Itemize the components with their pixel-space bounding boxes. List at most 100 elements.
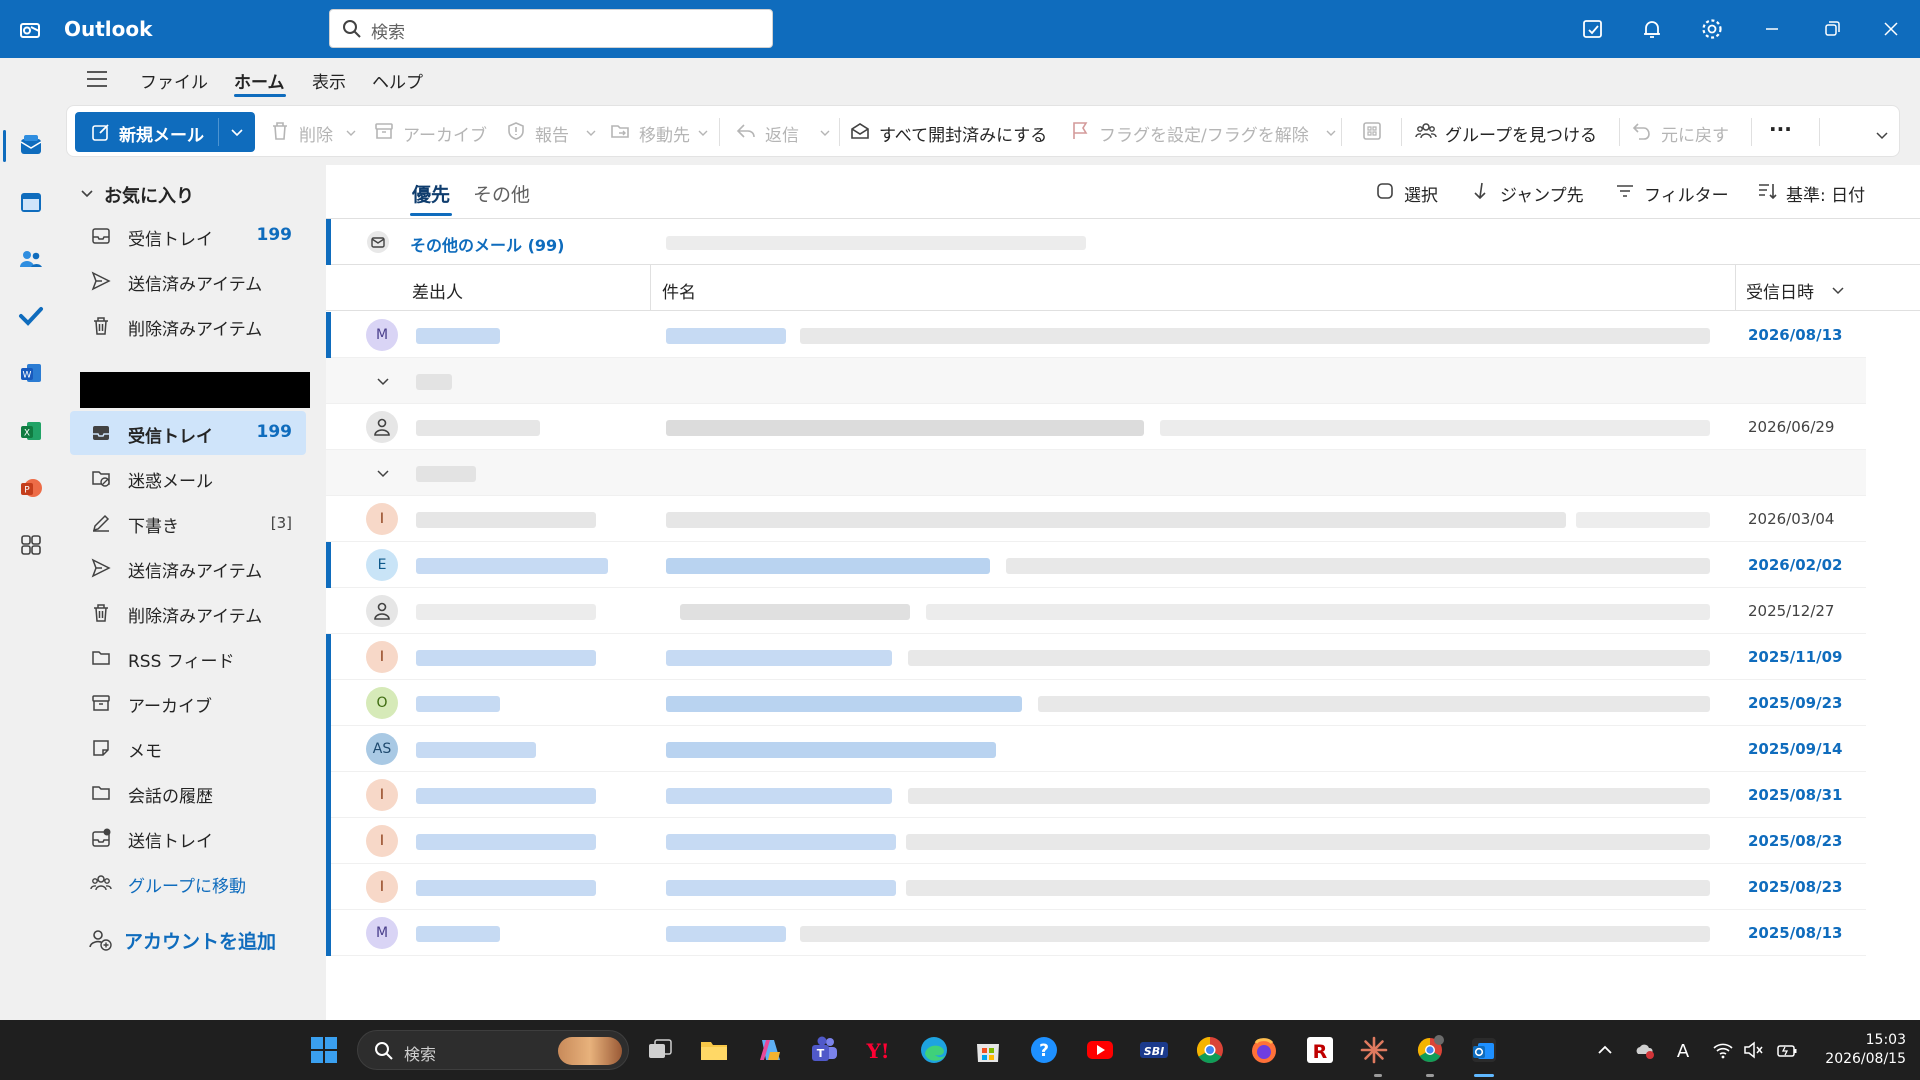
- message-row[interactable]: 2026/06/29: [326, 404, 1866, 450]
- chevron-down-icon[interactable]: [229, 124, 245, 140]
- account-junk[interactable]: 迷惑メール: [70, 456, 306, 500]
- close-icon[interactable]: [1879, 17, 1903, 41]
- message-row[interactable]: I 2025/08/23: [326, 864, 1866, 910]
- message-row[interactable]: I 2025/08/31: [326, 772, 1866, 818]
- column-from[interactable]: 差出人: [412, 278, 463, 303]
- reply-button[interactable]: 返信: [735, 114, 831, 150]
- column-subject[interactable]: 件名: [662, 278, 696, 303]
- battery-icon[interactable]: [1776, 1039, 1798, 1061]
- group-header[interactable]: [326, 358, 1866, 404]
- ime-mode-icon[interactable]: A: [1672, 1039, 1694, 1061]
- account-rss-feeds[interactable]: RSS フィード: [70, 636, 306, 680]
- calendar-app-icon[interactable]: [18, 189, 44, 215]
- chevron-down-icon[interactable]: [585, 127, 597, 139]
- redacted-account-name[interactable]: [80, 372, 310, 408]
- message-row[interactable]: I 2025/08/23: [326, 818, 1866, 864]
- new-mail-button[interactable]: 新規メール: [75, 112, 255, 152]
- account-conversation-history[interactable]: 会話の履歴: [70, 771, 306, 815]
- account-inbox[interactable]: 受信トレイ 199: [70, 411, 306, 455]
- chevron-down-icon[interactable]: [80, 186, 94, 200]
- powerpoint-app-icon[interactable]: P: [18, 475, 44, 501]
- chevron-down-icon[interactable]: [819, 127, 831, 139]
- tab-other[interactable]: その他: [473, 180, 530, 207]
- taskbar-search[interactable]: 検索: [357, 1030, 629, 1070]
- chevron-down-icon[interactable]: [345, 127, 357, 139]
- excel-app-icon[interactable]: X: [18, 418, 44, 444]
- tab-focused[interactable]: 優先: [412, 180, 450, 207]
- chrome-profile-icon[interactable]: [1414, 1034, 1446, 1066]
- go-to-groups[interactable]: グループに移動: [70, 861, 306, 905]
- account-outbox[interactable]: 送信トレイ: [70, 816, 306, 860]
- task-view-icon[interactable]: [644, 1034, 676, 1066]
- firefox-icon[interactable]: [1248, 1034, 1280, 1066]
- immersive-reader-button[interactable]: [1361, 114, 1387, 150]
- chevron-down-icon[interactable]: [1831, 283, 1845, 297]
- column-received[interactable]: 受信日時: [1746, 278, 1814, 303]
- report-button[interactable]: 報告: [505, 114, 597, 150]
- youtube-icon[interactable]: [1084, 1034, 1116, 1066]
- chevron-up-icon[interactable]: [1594, 1039, 1616, 1061]
- menu-home[interactable]: ホーム: [234, 68, 285, 93]
- more-options-button[interactable]: ···: [1763, 114, 1797, 150]
- word-app-icon[interactable]: W: [18, 360, 44, 386]
- onedrive-sync-icon[interactable]: [1634, 1039, 1656, 1061]
- message-row[interactable]: O 2025/09/23: [326, 680, 1866, 726]
- gear-icon[interactable]: [1700, 17, 1724, 41]
- copilot-icon[interactable]: [754, 1034, 786, 1066]
- flag-button[interactable]: フラグを設定/フラグを解除: [1069, 114, 1336, 150]
- file-explorer-icon[interactable]: [698, 1034, 730, 1066]
- favorites-header[interactable]: お気に入り: [104, 182, 194, 208]
- my-day-icon[interactable]: [1581, 17, 1605, 41]
- minimize-icon[interactable]: [1760, 17, 1784, 41]
- fav-deleted-items[interactable]: 削除済みアイテム: [70, 304, 306, 348]
- message-row[interactable]: AS 2025/09/14: [326, 726, 1866, 772]
- message-row[interactable]: E 2026/02/02: [326, 542, 1866, 588]
- fav-inbox[interactable]: 受信トレイ 199: [70, 214, 306, 258]
- fav-sent-items[interactable]: 送信済みアイテム: [70, 259, 306, 303]
- mail-app-icon[interactable]: [18, 132, 44, 158]
- chevron-down-icon[interactable]: [376, 374, 390, 388]
- outlook-taskbar-icon[interactable]: [1468, 1034, 1500, 1066]
- system-clock[interactable]: 15:03 2026/08/15: [1810, 1031, 1906, 1069]
- find-groups-button[interactable]: グループを見つける: [1415, 114, 1611, 150]
- help-icon[interactable]: ?: [1028, 1034, 1060, 1066]
- other-mail-summary[interactable]: その他のメール (99): [326, 219, 1920, 265]
- message-row[interactable]: 2025/12/27: [326, 588, 1866, 634]
- menu-view[interactable]: 表示: [312, 68, 346, 93]
- bell-icon[interactable]: [1640, 17, 1664, 41]
- rakuten-icon[interactable]: R: [1304, 1034, 1336, 1066]
- microsoft-store-icon[interactable]: [972, 1034, 1004, 1066]
- chevron-down-icon[interactable]: [1325, 127, 1337, 139]
- message-row[interactable]: I 2025/11/09: [326, 634, 1866, 680]
- hamburger-icon[interactable]: [86, 70, 108, 88]
- chevron-down-icon[interactable]: [376, 466, 390, 480]
- ribbon-collapse-chevron-icon[interactable]: [1875, 128, 1889, 142]
- account-archive[interactable]: アーカイブ: [70, 681, 306, 725]
- move-to-button[interactable]: 移動先: [609, 114, 709, 150]
- message-row[interactable]: I 2026/03/04: [326, 496, 1866, 542]
- chrome-icon[interactable]: [1194, 1034, 1226, 1066]
- claude-icon[interactable]: [1358, 1034, 1390, 1066]
- wifi-icon[interactable]: [1712, 1039, 1734, 1061]
- teams-icon[interactable]: T: [808, 1034, 840, 1066]
- message-row[interactable]: M 2025/08/13: [326, 910, 1866, 956]
- account-notes[interactable]: メモ: [70, 726, 306, 770]
- restore-icon[interactable]: [1820, 17, 1844, 41]
- mark-all-read-button[interactable]: すべて開封済みにする: [849, 114, 1061, 150]
- more-apps-icon[interactable]: [18, 532, 44, 558]
- account-sent-items[interactable]: 送信済みアイテム: [70, 546, 306, 590]
- yahoo-icon[interactable]: Y!: [862, 1034, 894, 1066]
- account-deleted-items[interactable]: 削除済みアイテム: [70, 591, 306, 635]
- search-input[interactable]: 検索: [329, 9, 773, 48]
- chevron-down-icon[interactable]: [697, 127, 709, 139]
- people-app-icon[interactable]: [18, 246, 44, 272]
- account-drafts[interactable]: 下書き [3]: [70, 501, 306, 545]
- undo-button[interactable]: 元に戻す: [1631, 114, 1741, 150]
- group-header[interactable]: [326, 450, 1866, 496]
- menu-help[interactable]: ヘルプ: [372, 68, 423, 93]
- todo-app-icon[interactable]: [18, 303, 44, 329]
- sbi-icon[interactable]: SBI: [1138, 1034, 1170, 1066]
- delete-button[interactable]: 削除: [269, 114, 359, 150]
- message-row[interactable]: M 2026/08/13: [326, 312, 1866, 358]
- edge-icon[interactable]: [918, 1034, 950, 1066]
